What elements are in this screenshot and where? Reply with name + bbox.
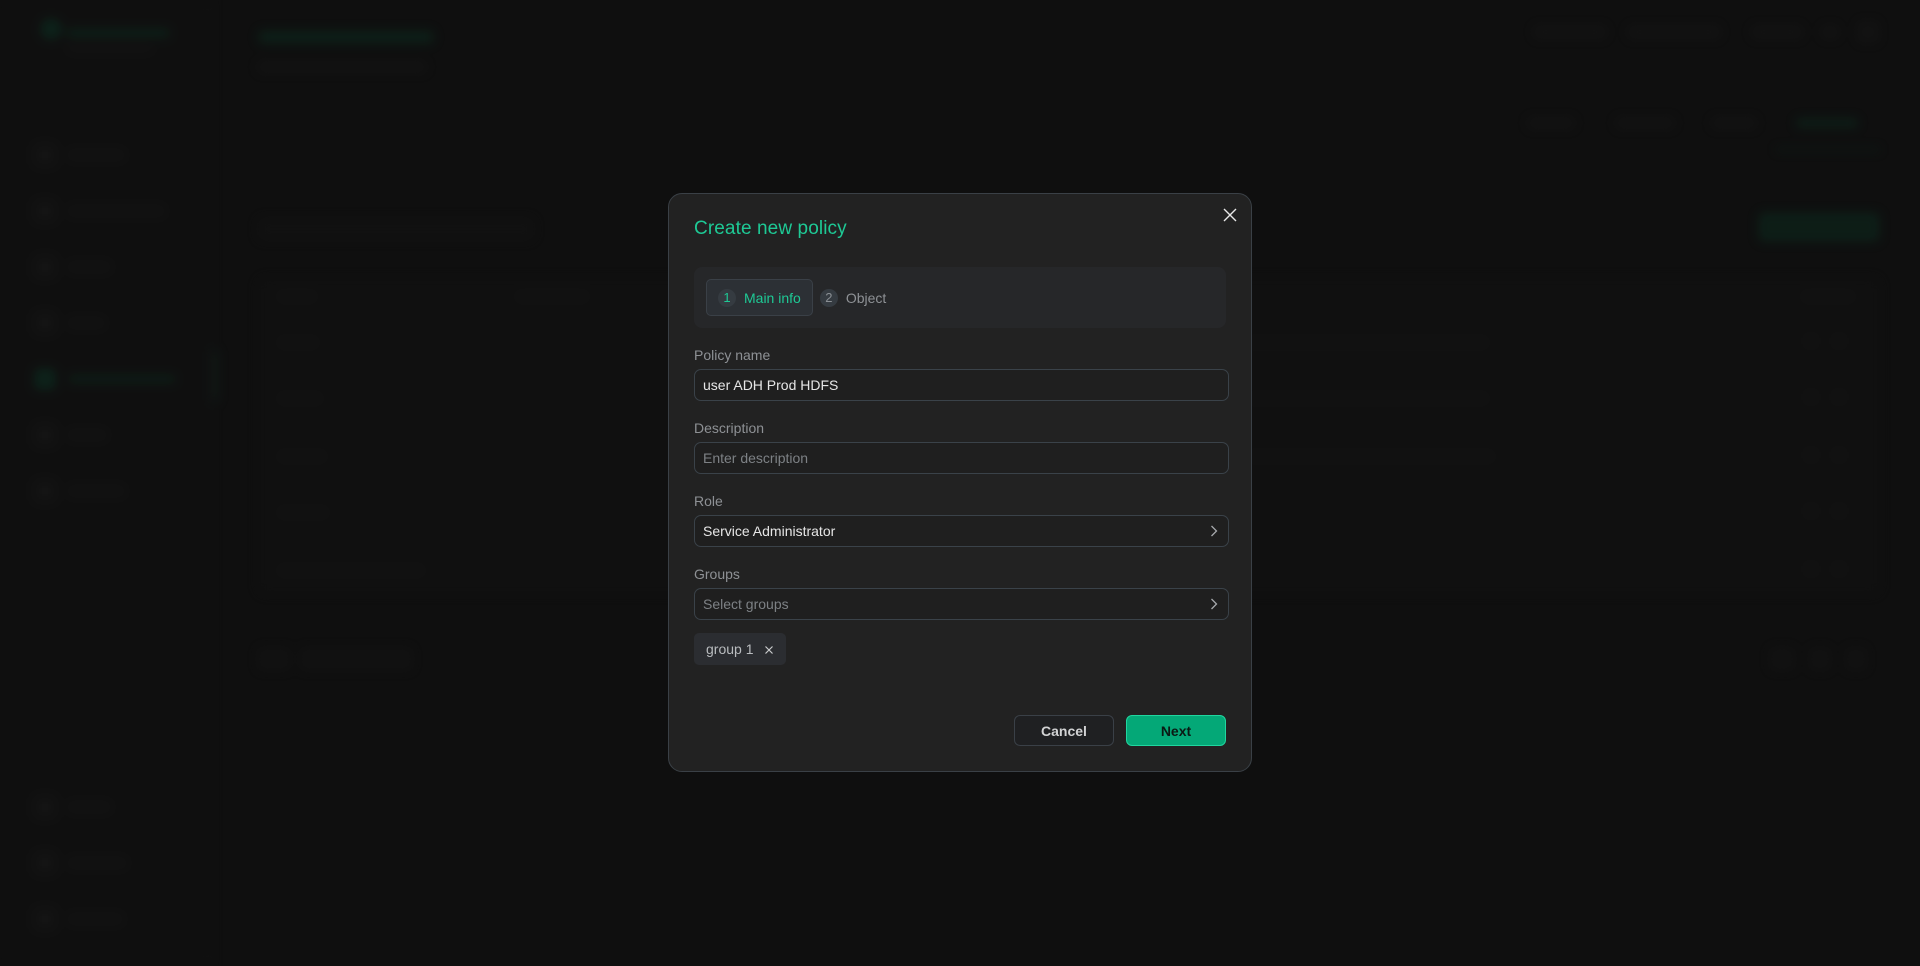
remove-group-button[interactable]: [763, 643, 775, 655]
stepper: 1 Main info 2 Object: [694, 267, 1226, 328]
group-chip-label: group 1: [706, 641, 754, 657]
selected-groups: group 1: [694, 633, 1226, 665]
policy-name-input[interactable]: [694, 369, 1229, 401]
chevron-right-icon: [1210, 524, 1220, 538]
role-value: Service Administrator: [703, 523, 836, 539]
role-field: Role Service Administrator: [694, 492, 1229, 547]
dialog-footer: Cancel Next: [1014, 715, 1226, 746]
group-chip: group 1: [694, 633, 787, 665]
groups-placeholder: Select groups: [703, 596, 789, 612]
step-label: Object: [845, 289, 887, 306]
step-number: 1: [718, 288, 736, 307]
step-label: Main info: [744, 289, 801, 306]
groups-label: Groups: [694, 566, 740, 582]
close-icon: [765, 641, 774, 657]
description-label: Description: [694, 420, 765, 436]
groups-field: Groups Select groups: [694, 565, 1229, 620]
dialog-title: Create new policy: [694, 218, 847, 239]
next-button[interactable]: Next: [1126, 715, 1226, 746]
role-label: Role: [694, 493, 723, 509]
step-object[interactable]: 2 Object: [819, 279, 898, 316]
description-field: Description: [694, 419, 1229, 474]
role-select[interactable]: Service Administrator: [694, 515, 1229, 547]
step-main-info[interactable]: 1 Main info: [706, 279, 813, 316]
policy-name-field: Policy name: [694, 346, 1229, 401]
close-icon: [1223, 208, 1237, 227]
create-policy-dialog: Create new policy 1 Main info 2 Object P…: [668, 193, 1252, 772]
step-number: 2: [819, 288, 838, 307]
close-button[interactable]: [1219, 206, 1241, 228]
chevron-right-icon: [1210, 597, 1220, 611]
description-input[interactable]: [694, 442, 1229, 474]
cancel-button[interactable]: Cancel: [1014, 715, 1114, 746]
policy-name-label: Policy name: [694, 347, 771, 363]
groups-select[interactable]: Select groups: [694, 588, 1229, 620]
